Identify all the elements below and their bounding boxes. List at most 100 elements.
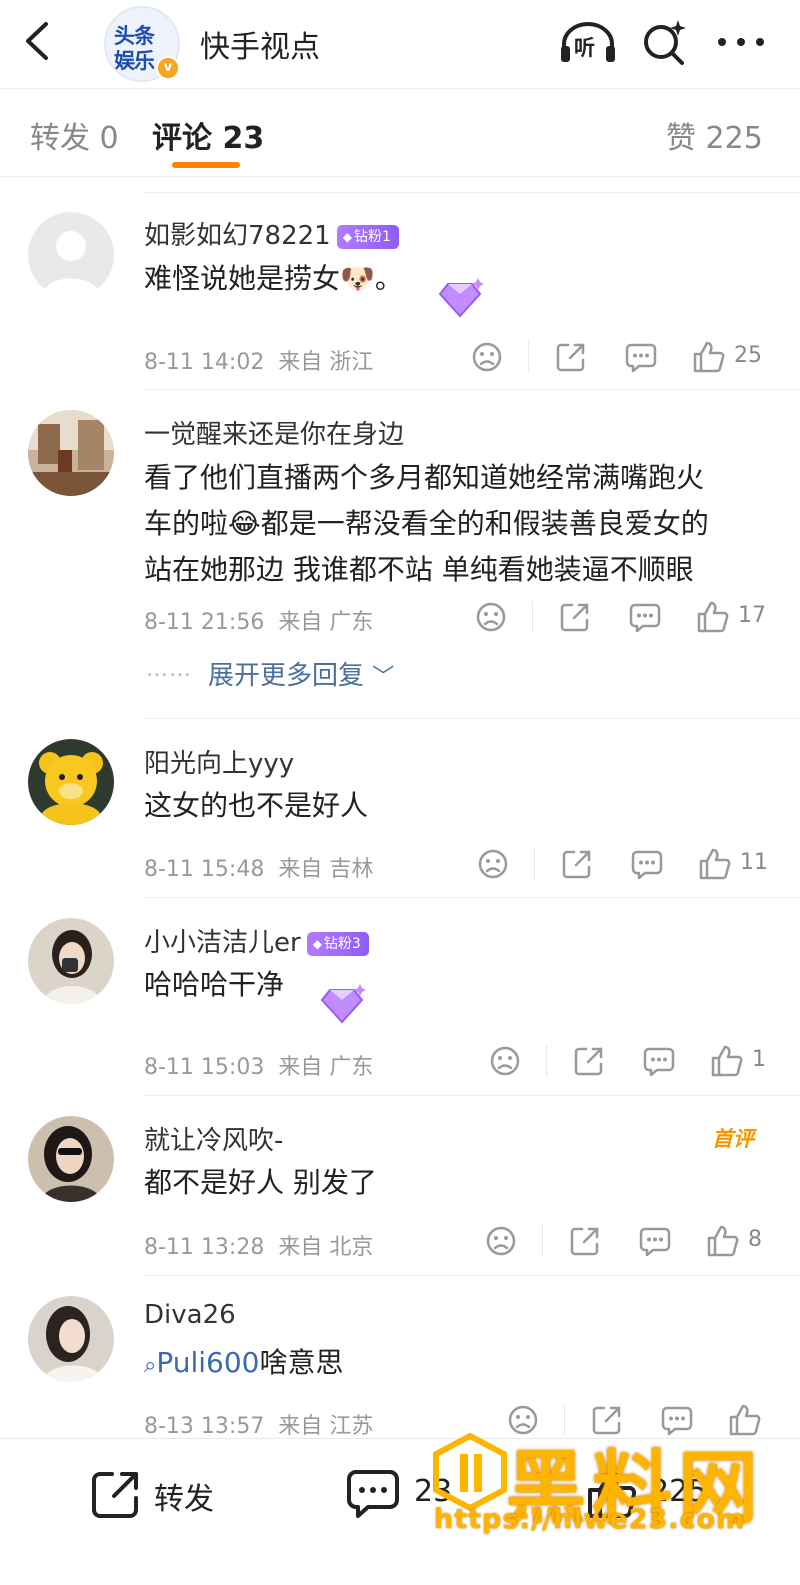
like-icon[interactable] xyxy=(710,1044,744,1078)
like-count: 25 xyxy=(734,343,762,368)
divider xyxy=(0,176,800,177)
mention-link[interactable]: ⌕Puli600 xyxy=(144,1346,259,1379)
share-icon[interactable] xyxy=(558,600,592,634)
comment-text-line: 车的啦😂都是一帮没看全的和假装善良爱女的 xyxy=(144,501,776,547)
top-navigation-bar: 头条 娱乐 v 快手视点 听 xyxy=(0,0,800,88)
fan-badge: ◆ 钻粉1 xyxy=(336,224,399,249)
action-separator xyxy=(532,601,533,633)
action-separator xyxy=(528,341,529,373)
comment-text-body: 啥意思 xyxy=(259,1346,344,1379)
divider xyxy=(144,192,800,193)
dislike-icon[interactable] xyxy=(484,1224,518,1258)
like-icon[interactable] xyxy=(706,1224,740,1258)
share-icon[interactable] xyxy=(572,1044,606,1078)
reply-icon[interactable] xyxy=(624,340,658,374)
fan-badge-label: 钻粉1 xyxy=(353,228,391,245)
more-dots-icon[interactable] xyxy=(716,30,766,54)
listen-label: 听 xyxy=(574,36,595,60)
comment-username[interactable]: 小小洁洁儿er ◆ 钻粉3 xyxy=(144,922,369,959)
comment-location: 来自 浙江 xyxy=(278,350,374,375)
share-icon[interactable] xyxy=(590,1403,624,1437)
comment-text-line: 看了他们直播两个多月都知道她经常满嘴跑火 xyxy=(144,461,705,494)
comment-username[interactable]: 如影如幻78221 ◆ 钻粉1 xyxy=(144,215,399,252)
logo-text-line2: 娱乐 xyxy=(114,49,155,73)
user-avatar[interactable] xyxy=(28,918,114,1004)
reply-dots: …… xyxy=(146,657,192,682)
like-count: 1 xyxy=(752,1047,766,1072)
repost-label[interactable]: 转发 xyxy=(154,1474,214,1518)
comment-username[interactable]: 阳光向上yyy xyxy=(144,743,294,780)
comment-username[interactable]: 一觉醒来还是你在身边 xyxy=(144,414,404,451)
reply-icon[interactable] xyxy=(628,600,662,634)
dislike-icon[interactable] xyxy=(474,600,508,634)
tab-like[interactable]: 赞 225 xyxy=(666,113,763,157)
back-arrow-icon[interactable] xyxy=(18,18,58,64)
action-separator xyxy=(534,848,535,880)
comment-time: 8-11 15:03 xyxy=(144,1055,265,1080)
tab-comment[interactable]: 评论 23 xyxy=(152,113,264,157)
watermark-url: https://hlwe23.com xyxy=(434,1504,746,1535)
active-tab-indicator xyxy=(172,162,240,168)
dislike-icon[interactable] xyxy=(488,1044,522,1078)
expand-replies-link[interactable]: 展开更多回复 ﹀ xyxy=(208,655,394,692)
comment-meta: 8-13 13:57 来自 江苏 xyxy=(144,1408,373,1440)
first-comment-badge: 首评 xyxy=(712,1127,754,1151)
comment-time: 8-11 15:48 xyxy=(144,857,265,882)
laughing-tears-emoji-icon: 😂 xyxy=(228,507,261,540)
comment-username[interactable]: Diva26 xyxy=(144,1300,236,1330)
comment-time: 8-11 21:56 xyxy=(144,610,265,635)
user-avatar[interactable] xyxy=(28,410,114,496)
reply-icon[interactable] xyxy=(630,847,664,881)
user-avatar[interactable] xyxy=(28,739,114,825)
like-icon[interactable] xyxy=(696,600,730,634)
page-title[interactable]: 快手视点 xyxy=(200,22,320,66)
share-icon[interactable] xyxy=(554,340,588,374)
comment-text-segment: 车的啦 xyxy=(144,507,229,540)
dislike-icon[interactable] xyxy=(470,340,504,374)
comment-location: 来自 广东 xyxy=(278,1055,374,1080)
diamond-decoration-icon xyxy=(438,278,484,318)
comment-text-segment: 都是一帮没看全的和假装善良爱女的 xyxy=(260,507,709,540)
repost-icon[interactable] xyxy=(90,1468,142,1520)
divider xyxy=(144,389,800,390)
fan-badge-label: 钻粉3 xyxy=(323,935,361,952)
comment-location: 来自 北京 xyxy=(278,1235,374,1260)
comment-time: 8-11 14:02 xyxy=(144,350,265,375)
like-icon[interactable] xyxy=(698,847,732,881)
comment-text: 这女的也不是好人 xyxy=(144,789,369,822)
reply-icon[interactable] xyxy=(642,1044,676,1078)
comment-text-body: 难怪说她是捞女 xyxy=(144,262,341,295)
reply-icon[interactable] xyxy=(660,1403,694,1437)
comment-icon[interactable] xyxy=(346,1468,400,1520)
dislike-icon[interactable] xyxy=(506,1403,540,1437)
share-icon[interactable] xyxy=(568,1224,602,1258)
comment-meta: 8-11 21:56 来自 广东 xyxy=(144,604,373,636)
divider xyxy=(144,897,800,898)
comment-text: ⌕Puli600啥意思 xyxy=(144,1340,776,1389)
like-count: 8 xyxy=(748,1227,762,1252)
divider xyxy=(144,1095,800,1096)
tab-repost[interactable]: 转发 0 xyxy=(30,113,119,157)
comment-text: 都不是好人 别发了 xyxy=(144,1166,377,1199)
username-text: 小小洁洁儿er xyxy=(144,928,301,958)
reply-icon[interactable] xyxy=(638,1224,672,1258)
diamond-decoration-icon xyxy=(320,984,366,1024)
user-avatar[interactable] xyxy=(28,1296,114,1382)
diamond-icon: ◆ xyxy=(312,936,322,951)
like-icon[interactable] xyxy=(728,1403,762,1437)
mention-text: Puli600 xyxy=(156,1346,260,1379)
like-icon[interactable] xyxy=(692,340,726,374)
comment-text-suffix: 。 xyxy=(374,262,403,295)
chevron-down-icon: ﹀ xyxy=(372,665,395,690)
dislike-icon[interactable] xyxy=(476,847,510,881)
share-icon[interactable] xyxy=(560,847,594,881)
action-separator xyxy=(546,1045,547,1077)
comment-username[interactable]: 就让冷风吹- xyxy=(144,1120,283,1157)
default-avatar-icon[interactable] xyxy=(28,212,114,298)
fan-badge: ◆ 钻粉3 xyxy=(306,931,369,956)
divider xyxy=(0,88,800,89)
comment-meta: 8-11 15:48 来自 吉林 xyxy=(144,851,373,883)
user-avatar[interactable] xyxy=(28,1116,114,1202)
search-sparkle-icon[interactable] xyxy=(640,18,688,66)
watermark-logo-icon xyxy=(433,1432,507,1512)
